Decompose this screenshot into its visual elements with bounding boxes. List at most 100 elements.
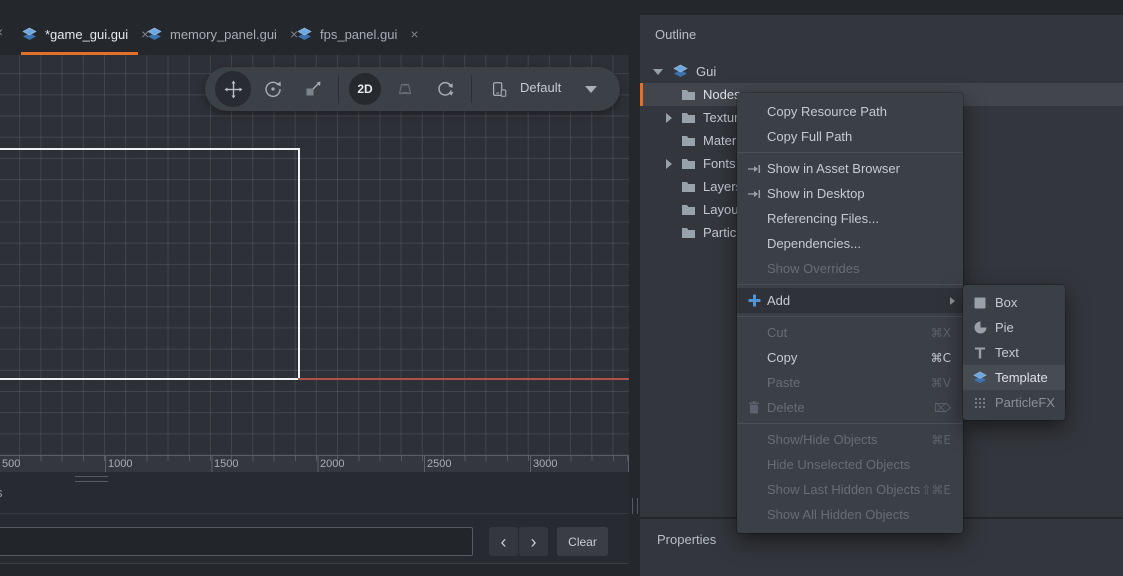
tab-game-gui[interactable]: *game_gui.gui × — [21, 20, 149, 48]
panel-splitter[interactable] — [629, 0, 640, 576]
find-previous-button[interactable]: ‹ — [489, 527, 518, 556]
chevron-down-icon[interactable] — [585, 86, 597, 93]
menu-item-label: ParticleFX — [995, 395, 1055, 410]
menu-item-hide-unselected-objects: Hide Unselected Objects — [737, 452, 963, 477]
device-icon — [490, 80, 508, 99]
find-next-button[interactable]: › — [519, 527, 548, 556]
scene-viewport[interactable]: 2D — [0, 55, 629, 455]
template-node-icon — [972, 365, 988, 390]
variant-device-button[interactable] — [490, 80, 508, 98]
pie-node-icon — [972, 315, 988, 340]
variant-dropdown-label: Default — [520, 80, 561, 95]
tab-label: *game_gui.gui — [45, 27, 128, 42]
menu-item-copy[interactable]: Copy ⌘C — [737, 345, 963, 370]
menu-item-label: Show All Hidden Objects — [767, 507, 909, 522]
editor-window: × *game_gui.gui × memory_panel.gui × fps… — [0, 0, 1123, 576]
menu-item-cut: Cut ⌘X — [737, 320, 963, 345]
properties-panel-title: Properties — [657, 532, 716, 547]
tree-item-label: Fonts — [703, 156, 736, 171]
console-divider — [0, 513, 629, 514]
tab-bar: × *game_gui.gui × memory_panel.gui × fps… — [0, 0, 629, 55]
menu-item-show-last-hidden-objects: Show Last Hidden Objects ⇧⌘E — [737, 477, 963, 502]
menu-item-show-overrides: Show Overrides — [737, 256, 963, 281]
menu-item-label: Referencing Files... — [767, 211, 879, 226]
rotate-icon — [264, 80, 282, 98]
ruler-label: 2000 — [320, 458, 344, 470]
console-search-input[interactable] — [0, 527, 473, 556]
chevron-down-icon[interactable] — [653, 69, 663, 75]
folder-icon — [681, 157, 696, 170]
menu-item-label: Dependencies... — [767, 236, 861, 251]
refresh-icon — [436, 80, 454, 98]
menu-item-show-in-asset-browser[interactable]: Show in Asset Browser — [737, 156, 963, 181]
folder-icon — [681, 180, 696, 193]
clear-button-label: Clear — [568, 535, 597, 549]
status-strip — [0, 563, 629, 576]
chevron-right-icon[interactable] — [666, 159, 672, 169]
folder-icon — [681, 226, 696, 239]
menu-item-label: Show Overrides — [767, 261, 859, 276]
folder-icon — [681, 88, 696, 101]
menu-item-label: Pie — [995, 320, 1014, 335]
menu-item-label: Cut — [767, 325, 787, 340]
shortcut-label: ⇧⌘E — [921, 483, 951, 497]
tree-item-label: Gui — [696, 64, 716, 79]
jump-to-icon — [746, 156, 762, 181]
jump-to-icon — [746, 181, 762, 206]
submenu-item-template[interactable]: Template — [963, 365, 1065, 390]
close-icon[interactable]: × — [0, 24, 3, 40]
tree-item-gui[interactable]: Gui — [640, 60, 1123, 83]
submenu-item-box[interactable]: Box — [963, 290, 1065, 315]
horizontal-ruler: 500 1000 1500 2000 2500 3000 — [0, 455, 629, 472]
menu-item-delete: Delete ⌦ — [737, 395, 963, 420]
shortcut-label: ⌘X — [931, 326, 951, 340]
ruler-label: 500 — [2, 458, 20, 470]
menu-item-label: Delete — [767, 400, 805, 415]
2d-mode-button[interactable]: 2D — [349, 73, 381, 105]
splitter-handle[interactable] — [632, 498, 638, 514]
menu-item-label: Show in Desktop — [767, 186, 865, 201]
rotate-tool-button[interactable] — [264, 80, 282, 98]
x-axis-line — [298, 378, 629, 380]
ruler-label: 2500 — [427, 458, 451, 470]
close-icon[interactable]: × — [410, 26, 418, 42]
menu-item-label: Box — [995, 295, 1017, 310]
shortcut-label: ⌘E — [931, 433, 951, 447]
chevron-right-icon[interactable] — [666, 113, 672, 123]
frustum-icon — [396, 80, 414, 98]
menu-item-referencing-files[interactable]: Referencing Files... — [737, 206, 963, 231]
ruler-label: 1000 — [108, 458, 132, 470]
menu-item-show-in-desktop[interactable]: Show in Desktop — [737, 181, 963, 206]
menu-separator — [737, 152, 963, 153]
menu-item-add[interactable]: Add — [737, 288, 963, 313]
particlefx-node-icon — [972, 390, 988, 415]
clear-console-button[interactable]: Clear — [557, 527, 608, 556]
reset-camera-button[interactable] — [436, 80, 454, 98]
submenu-item-pie[interactable]: Pie — [963, 315, 1065, 340]
ruler-label: 1500 — [214, 458, 238, 470]
shortcut-label: ⌦ — [934, 401, 951, 415]
add-submenu: Box Pie Text — [963, 285, 1065, 420]
perspective-camera-button[interactable] — [396, 80, 414, 98]
scale-icon — [304, 80, 322, 98]
submenu-item-text[interactable]: Text — [963, 340, 1065, 365]
panel-top-strip — [640, 0, 1123, 15]
menu-item-dependencies[interactable]: Dependencies... — [737, 231, 963, 256]
panel-resize-handle[interactable] — [75, 476, 108, 482]
move-tool-button[interactable] — [215, 71, 251, 107]
menu-separator — [737, 316, 963, 317]
scale-tool-button[interactable] — [304, 80, 322, 98]
menu-item-copy-resource-path[interactable]: Copy Resource Path — [737, 99, 963, 124]
menu-item-label: Show Last Hidden Objects — [767, 482, 920, 497]
tab-fps-panel[interactable]: fps_panel.gui × — [296, 20, 419, 48]
chevron-left-icon: ‹ — [501, 533, 507, 551]
menu-item-copy-full-path[interactable]: Copy Full Path — [737, 124, 963, 149]
truncated-panel-label: s — [0, 485, 3, 500]
submenu-arrow-icon — [950, 297, 955, 305]
tab-memory-panel[interactable]: memory_panel.gui × — [146, 20, 298, 48]
2d-mode-label: 2D — [357, 82, 372, 96]
move-icon — [224, 80, 243, 99]
menu-item-show-all-hidden-objects: Show All Hidden Objects — [737, 502, 963, 527]
console-panel: s ‹ › Clear — [0, 472, 629, 576]
submenu-item-particlefx[interactable]: ParticleFX — [963, 390, 1065, 415]
